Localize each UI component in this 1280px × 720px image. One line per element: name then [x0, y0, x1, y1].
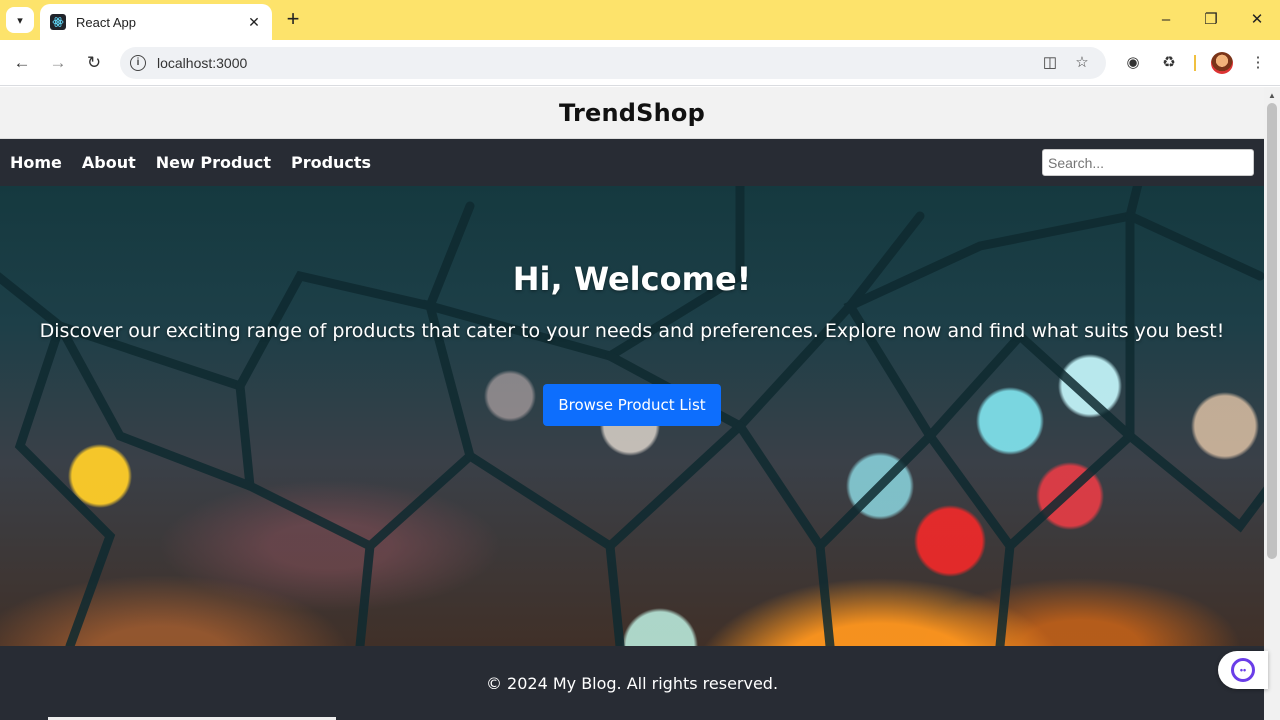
browser-tab-bar: ▾ React App ✕ + – ❐ ✕	[0, 0, 1280, 40]
react-favicon-icon	[50, 14, 66, 30]
hero-subtitle: Discover our exciting range of products …	[39, 320, 1225, 342]
site-footer: © 2024 My Blog. All rights reserved.	[0, 646, 1264, 720]
search-input[interactable]	[1042, 149, 1254, 176]
minimize-window-icon[interactable]: –	[1152, 8, 1180, 32]
tab-search-menu-button[interactable]: ▾	[6, 7, 34, 33]
extensions-puzzle-icon[interactable]: ♻	[1158, 52, 1180, 74]
footer-copyright: © 2024 My Blog. All rights reserved.	[485, 673, 779, 693]
hero-content: Hi, Welcome! Discover our exciting range…	[0, 186, 1264, 646]
address-url[interactable]: localhost:3000	[157, 55, 247, 71]
close-window-icon[interactable]: ✕	[1243, 8, 1271, 32]
more-menu-icon[interactable]: ⋮	[1247, 52, 1269, 74]
nav-link-about[interactable]: About	[82, 153, 136, 172]
reload-icon[interactable]: ↻	[82, 51, 106, 75]
nav-link-home[interactable]: Home	[10, 153, 62, 172]
tab-close-icon[interactable]: ✕	[246, 14, 262, 31]
hero-banner: Hi, Welcome! Discover our exciting range…	[0, 186, 1264, 646]
profile-avatar[interactable]	[1211, 52, 1233, 74]
back-arrow-icon[interactable]: ←	[10, 51, 34, 75]
address-bar[interactable]: i localhost:3000 ◫ ☆	[120, 47, 1106, 79]
site-navbar: Home About New Product Products	[0, 139, 1264, 186]
forward-arrow-icon[interactable]: →	[46, 51, 70, 75]
chat-assistant-button[interactable]: ••	[1218, 651, 1268, 689]
chat-bot-icon: ••	[1231, 658, 1255, 682]
page-scrollbar[interactable]: ▲	[1264, 87, 1280, 720]
scroll-up-arrow-icon[interactable]: ▲	[1268, 91, 1276, 100]
browse-product-list-button[interactable]: Browse Product List	[543, 384, 721, 426]
chevron-down-icon: ▾	[17, 14, 23, 27]
record-icon[interactable]: ◉	[1122, 52, 1144, 74]
browser-tab-active[interactable]: React App ✕	[40, 4, 272, 40]
install-app-icon[interactable]: ◫	[1040, 53, 1060, 73]
tab-title: React App	[76, 14, 136, 30]
toolbar-divider	[1194, 55, 1196, 71]
restore-window-icon[interactable]: ❐	[1197, 8, 1225, 32]
new-tab-button[interactable]: +	[282, 8, 304, 32]
site-header: TrendShop	[0, 87, 1264, 139]
page-viewport: TrendShop Home About New Product Product…	[0, 87, 1264, 720]
hero-title: Hi, Welcome!	[512, 260, 752, 298]
site-info-icon[interactable]: i	[130, 55, 146, 71]
nav-link-products[interactable]: Products	[291, 153, 371, 172]
browser-toolbar: ← → ↻ i localhost:3000 ◫ ☆ ◉ ♻ ⋮	[0, 40, 1280, 86]
bookmark-star-icon[interactable]: ☆	[1072, 53, 1092, 73]
site-title: TrendShop	[559, 98, 705, 127]
scrollbar-thumb[interactable]	[1267, 103, 1277, 559]
nav-link-new-product[interactable]: New Product	[156, 153, 271, 172]
